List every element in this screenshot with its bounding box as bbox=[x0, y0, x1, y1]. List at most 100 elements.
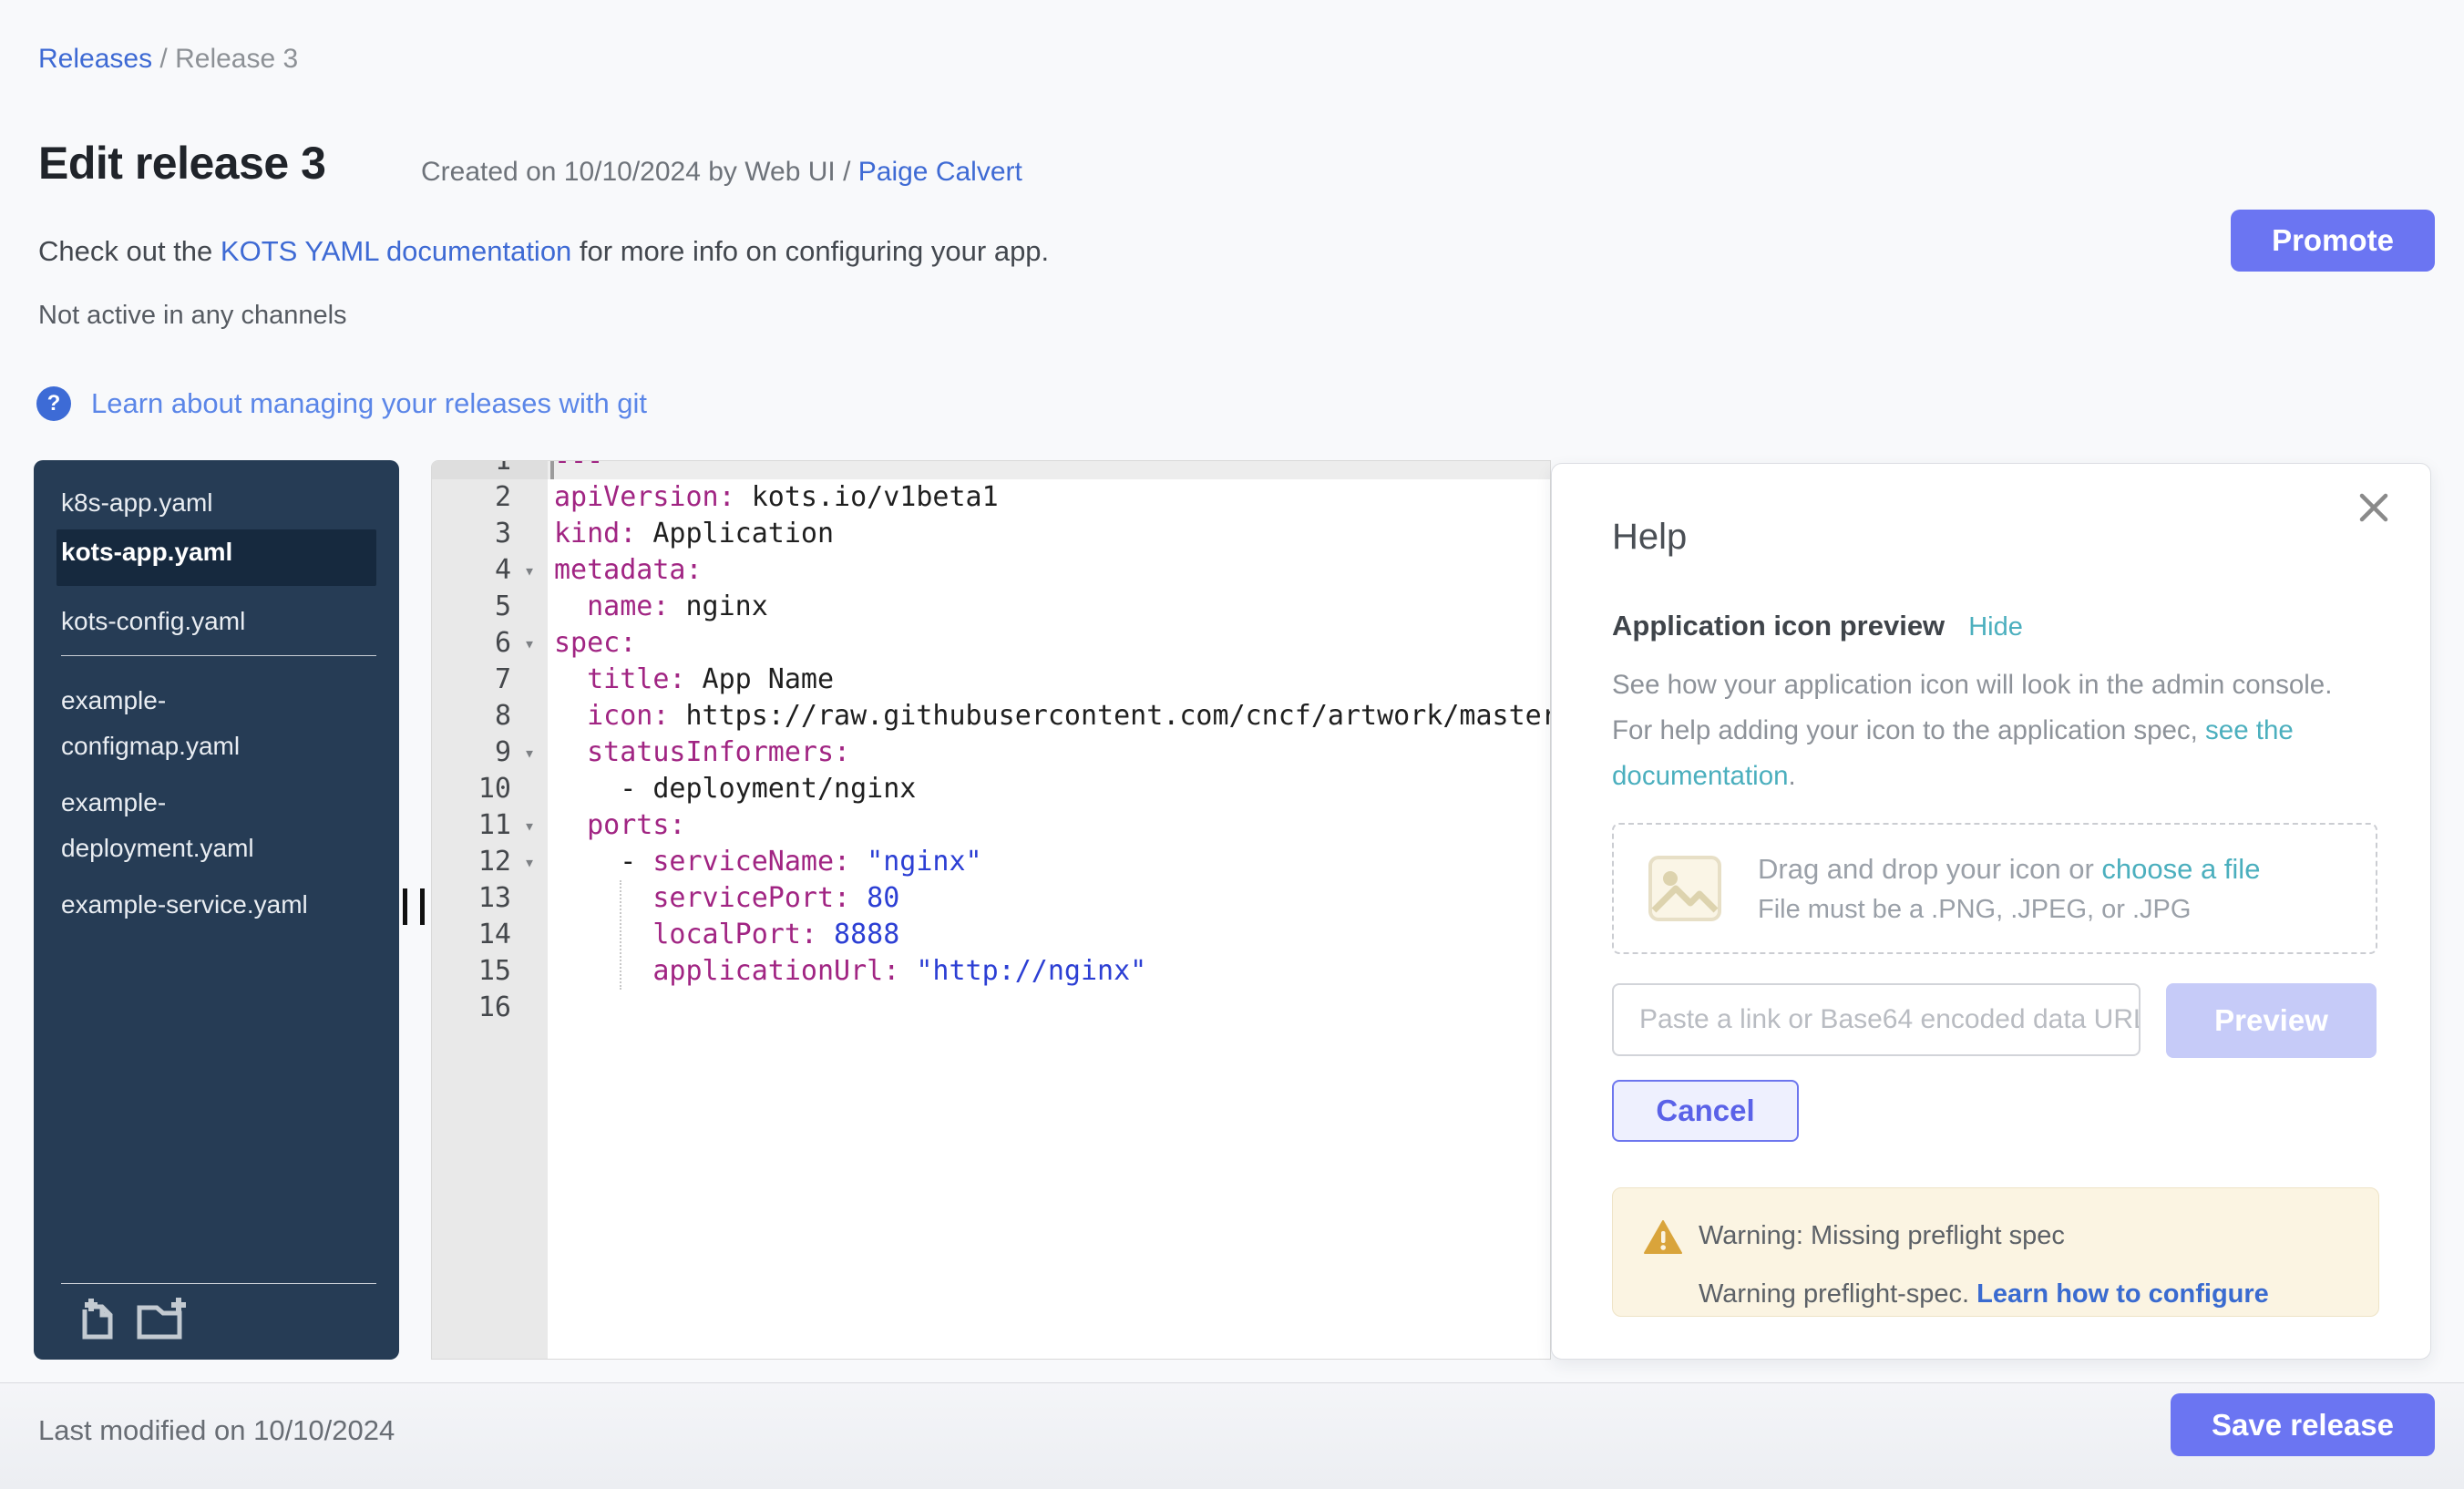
fold-chevron-icon[interactable]: ▾ bbox=[524, 552, 535, 589]
learn-configure-link[interactable]: Learn how to configure bbox=[1976, 1279, 2269, 1309]
code-line[interactable]: 2apiVersion: kots.io/v1beta1 bbox=[432, 479, 1550, 516]
line-number: 2 bbox=[432, 479, 548, 516]
code-line-text: - serviceName: "nginx" bbox=[548, 844, 1550, 880]
code-editor[interactable]: 1---2apiVersion: kots.io/v1beta13kind: A… bbox=[431, 460, 1551, 1360]
warning-triangle-icon bbox=[1644, 1219, 1682, 1256]
code-line[interactable]: 8 icon: https://raw.githubusercontent.co… bbox=[432, 698, 1550, 734]
fold-chevron-icon[interactable]: ▾ bbox=[524, 807, 535, 844]
code-line-text: metadata: bbox=[548, 552, 1550, 589]
doc-suffix: for more info on configuring your app. bbox=[571, 235, 1049, 267]
file-group-divider bbox=[61, 655, 376, 656]
code-line-text: apiVersion: kots.io/v1beta1 bbox=[548, 479, 1550, 516]
sidebar-footer-icons bbox=[76, 1297, 189, 1342]
code-line-text: kind: Application bbox=[548, 516, 1550, 552]
kots-yaml-doc-link[interactable]: KOTS YAML documentation bbox=[221, 235, 571, 267]
code-line-text bbox=[548, 990, 1550, 1026]
file-list: k8s-app.yamlkots-app.yaml kots-config.yam… bbox=[34, 460, 399, 929]
help-panel: Help Application icon preview Hide See h… bbox=[1551, 463, 2431, 1360]
file-item-example-service.yaml[interactable]: example-service.yaml bbox=[56, 880, 376, 929]
code-line[interactable]: 10 - deployment/nginx bbox=[432, 771, 1550, 807]
close-icon[interactable] bbox=[2357, 491, 2390, 524]
line-number: 8 bbox=[432, 698, 548, 734]
code-line-text: icon: https://raw.githubusercontent.com/… bbox=[548, 698, 1550, 734]
code-line[interactable]: 7 title: App Name bbox=[432, 662, 1550, 698]
hide-link[interactable]: Hide bbox=[1968, 612, 2023, 642]
code-line-text: spec: bbox=[548, 625, 1550, 662]
last-modified-text: Last modified on 10/10/2024 bbox=[38, 1414, 395, 1447]
icon-dropzone[interactable]: Drag and drop your icon or choose a file… bbox=[1612, 823, 2377, 954]
fold-chevron-icon[interactable]: ▾ bbox=[524, 844, 535, 880]
code-line[interactable]: 16 bbox=[432, 990, 1550, 1026]
breadcrumb-releases-link[interactable]: Releases bbox=[38, 44, 152, 74]
line-number: 6▾ bbox=[432, 625, 548, 662]
line-number: 14 bbox=[432, 917, 548, 953]
choose-file-link[interactable]: choose a file bbox=[2101, 853, 2260, 885]
icon-preview-section-header: Application icon preview Hide bbox=[1612, 610, 2023, 642]
icon-url-input[interactable] bbox=[1612, 983, 2141, 1056]
text-cursor bbox=[550, 461, 554, 479]
line-number: 7 bbox=[432, 662, 548, 698]
code-line[interactable]: 11▾ ports: bbox=[432, 807, 1550, 844]
file-item-kots-app.yaml[interactable]: kots-app.yaml bbox=[56, 529, 376, 586]
preflight-warning-box: Warning: Missing preflight spec Warning … bbox=[1612, 1187, 2379, 1317]
file-item-example-deployment.yaml[interactable]: example-deployment.yaml bbox=[56, 778, 376, 873]
code-line-text: statusInformers: bbox=[548, 734, 1550, 771]
code-line[interactable]: 6▾spec: bbox=[432, 625, 1550, 662]
promote-button[interactable]: Promote bbox=[2231, 210, 2435, 272]
dropzone-hint: File must be a .PNG, .JPEG, or .JPG bbox=[1758, 895, 2260, 925]
line-number: 9▾ bbox=[432, 734, 548, 771]
code-line[interactable]: 5 name: nginx bbox=[432, 589, 1550, 625]
fold-chevron-icon[interactable]: ▾ bbox=[524, 734, 535, 771]
code-line-text: - deployment/nginx bbox=[548, 771, 1550, 807]
breadcrumb-separator: / bbox=[152, 44, 175, 74]
code-line[interactable]: 12▾ - serviceName: "nginx" bbox=[432, 844, 1550, 880]
line-number: 15 bbox=[432, 953, 548, 990]
doc-line: Check out the KOTS YAML documentation fo… bbox=[38, 235, 1049, 268]
new-folder-icon[interactable] bbox=[136, 1297, 189, 1342]
created-author-link[interactable]: Paige Calvert bbox=[858, 157, 1022, 187]
file-item-k8s-app.yaml[interactable]: k8s-app.yaml bbox=[56, 480, 376, 529]
page-title: Edit release 3 bbox=[38, 137, 325, 190]
warning-body-text: Warning preflight-spec. bbox=[1699, 1279, 1976, 1309]
file-tree-sidebar: k8s-app.yamlkots-app.yaml kots-config.yam… bbox=[34, 460, 399, 1360]
icon-preview-title: Application icon preview bbox=[1612, 610, 1945, 642]
code-line[interactable]: 15 applicationUrl: "http://nginx" bbox=[432, 953, 1550, 990]
code-line[interactable]: 1--- bbox=[432, 460, 1550, 479]
code-line[interactable]: 9▾ statusInformers: bbox=[432, 734, 1550, 771]
preview-button[interactable]: Preview bbox=[2166, 983, 2377, 1058]
help-title: Help bbox=[1612, 517, 1687, 558]
image-placeholder-icon bbox=[1645, 848, 1725, 929]
save-release-button[interactable]: Save release bbox=[2171, 1393, 2435, 1456]
code-line[interactable]: 14 localPort: 8888 bbox=[432, 917, 1550, 953]
breadcrumb-current: Release 3 bbox=[175, 44, 298, 74]
fold-chevron-icon[interactable]: ▾ bbox=[524, 625, 535, 662]
code-line[interactable]: 13 servicePort: 80 bbox=[432, 880, 1550, 917]
file-item-example-configmap.yaml[interactable]: example-configmap.yaml bbox=[56, 676, 376, 771]
code-line[interactable]: 3kind: Application bbox=[432, 516, 1550, 552]
created-prefix: Created on 10/10/2024 by Web UI / bbox=[421, 157, 858, 187]
code-line-text: --- bbox=[548, 460, 1550, 479]
sidebar-resize-handle[interactable] bbox=[403, 888, 425, 925]
code-line-text: localPort: 8888 bbox=[548, 917, 1550, 953]
sidebar-footer-divider bbox=[61, 1283, 376, 1284]
line-number: 10 bbox=[432, 771, 548, 807]
code-lines: 1---2apiVersion: kots.io/v1beta13kind: A… bbox=[432, 460, 1550, 1026]
git-releases-link[interactable]: Learn about managing your releases with … bbox=[91, 387, 647, 420]
line-number: 16 bbox=[432, 990, 548, 1026]
code-line[interactable]: 4▾metadata: bbox=[432, 552, 1550, 589]
line-number: 11▾ bbox=[432, 807, 548, 844]
created-line: Created on 10/10/2024 by Web UI / Paige … bbox=[421, 157, 1022, 188]
file-item-kots-config.yaml[interactable]: kots-config.yaml bbox=[56, 599, 376, 648]
description-suffix: . bbox=[1789, 761, 1796, 791]
line-number: 12▾ bbox=[432, 844, 548, 880]
cancel-button[interactable]: Cancel bbox=[1612, 1080, 1799, 1142]
line-number: 5 bbox=[432, 589, 548, 625]
dropzone-text: Drag and drop your icon or choose a file… bbox=[1758, 853, 2260, 925]
icon-preview-description: See how your application icon will look … bbox=[1612, 662, 2341, 799]
warning-body: Warning preflight-spec. Learn how to con… bbox=[1699, 1279, 2269, 1309]
new-file-icon[interactable] bbox=[76, 1297, 118, 1342]
code-line-text: title: App Name bbox=[548, 662, 1550, 698]
code-line-text: applicationUrl: "http://nginx" bbox=[548, 953, 1550, 990]
indent-guide bbox=[620, 880, 621, 990]
doc-prefix: Check out the bbox=[38, 235, 221, 267]
